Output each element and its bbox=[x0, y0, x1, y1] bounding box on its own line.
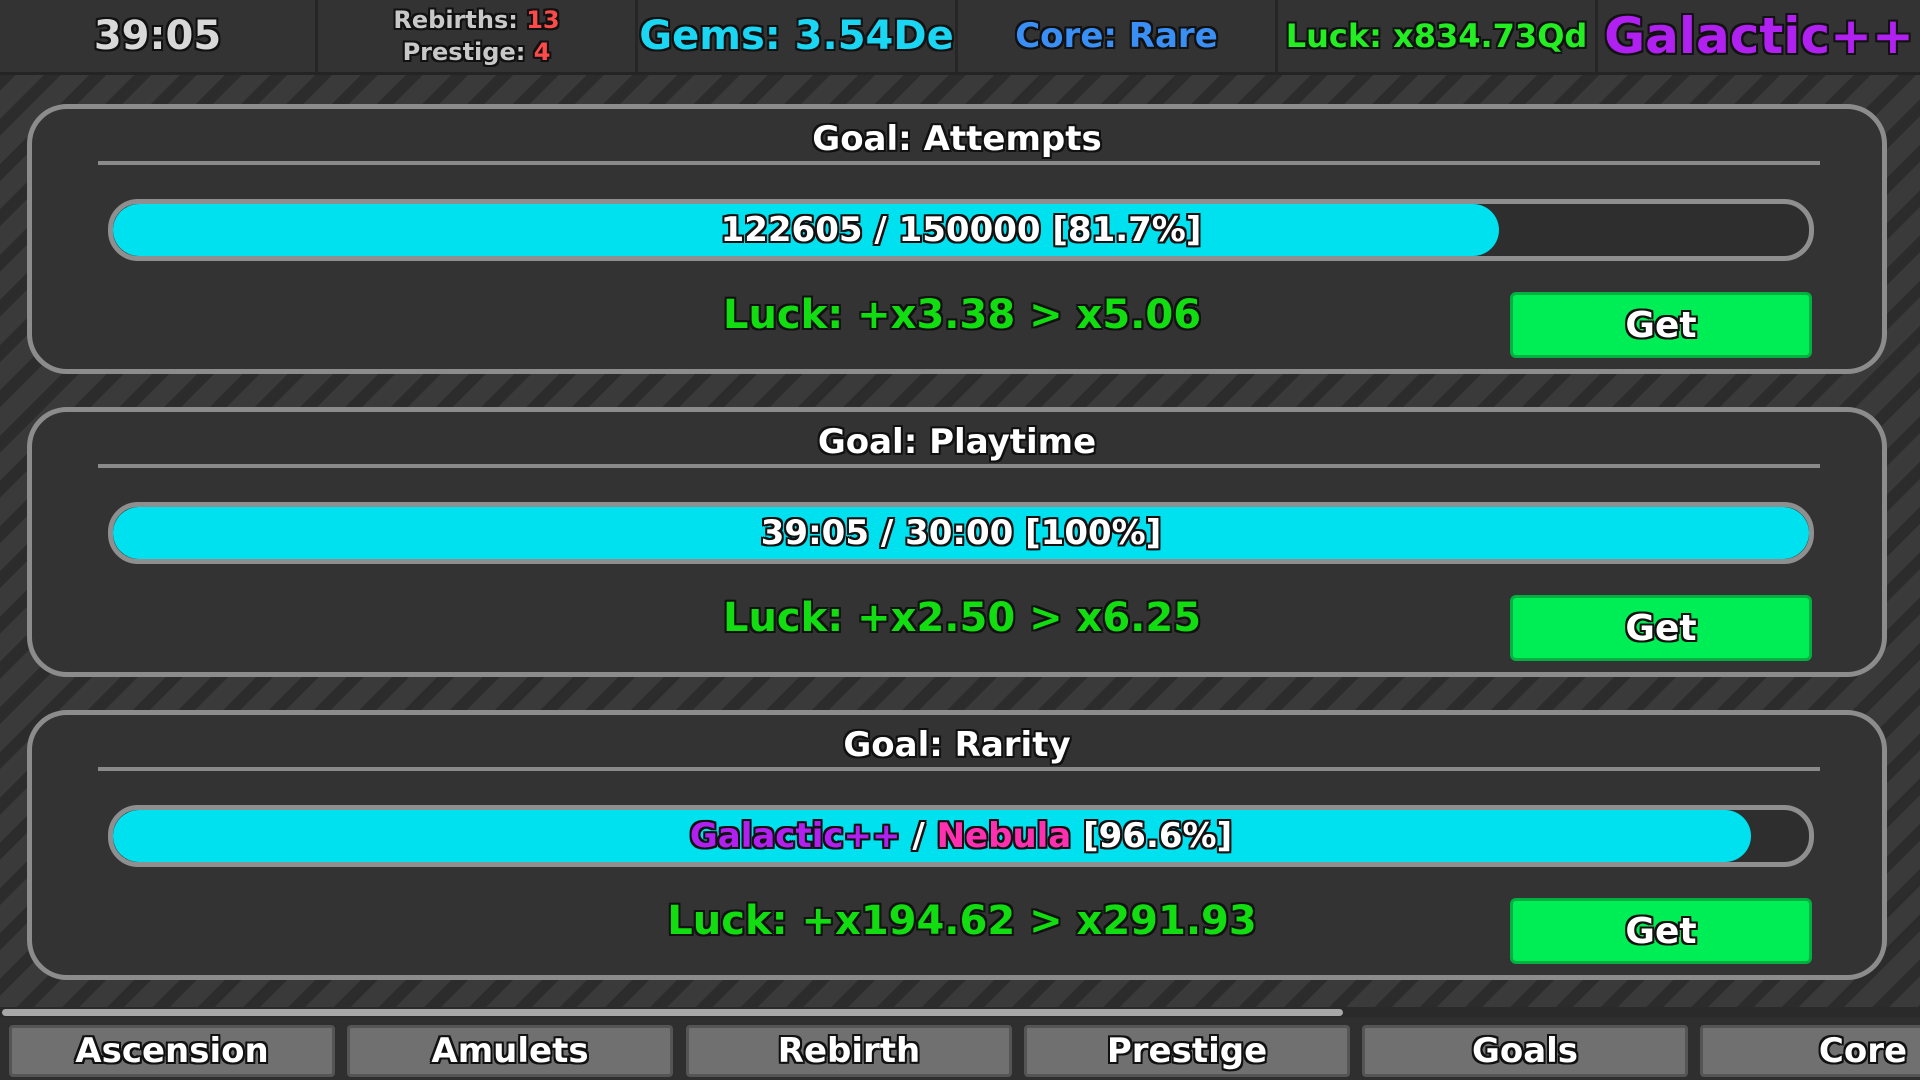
rebirth-prestige-counter: Rebirths: 13 Prestige: 4 bbox=[318, 0, 638, 72]
top-stats-bar: 39:05 Rebirths: 13 Prestige: 4 Gems: 3.5… bbox=[0, 0, 1920, 75]
core-value: Core: Rare bbox=[1015, 16, 1218, 56]
rebirths-value: 13 bbox=[526, 6, 560, 34]
divider bbox=[98, 161, 1820, 165]
goal-title: Goal: Attempts bbox=[812, 119, 1102, 159]
current-rarity-value: Galactic++ bbox=[1604, 7, 1914, 65]
progress-target-rarity: Nebula bbox=[936, 816, 1072, 856]
goal-progress-bar: Galactic++ / Nebula [96.6%] bbox=[108, 805, 1814, 867]
goal-progress-bar: 122605 / 150000 [81.7%] bbox=[108, 199, 1814, 261]
tab-amulets[interactable]: Amulets bbox=[347, 1025, 673, 1077]
tab-core[interactable]: Core bbox=[1700, 1025, 1920, 1077]
progress-label: 122605 / 150000 [81.7%] bbox=[113, 204, 1809, 256]
playtime-value: 39:05 bbox=[93, 13, 222, 59]
goal-title: Goal: Playtime bbox=[817, 422, 1097, 462]
rebirths-line: Rebirths: 13 bbox=[393, 4, 559, 36]
divider bbox=[98, 767, 1820, 771]
progress-label: 39:05 / 30:00 [100%] bbox=[113, 507, 1809, 559]
goal-panel-playtime: Goal: Playtime 39:05 / 30:00 [100%] Luck… bbox=[27, 407, 1887, 677]
tab-rebirth[interactable]: Rebirth bbox=[686, 1025, 1012, 1077]
prestige-line: Prestige: 4 bbox=[403, 36, 551, 68]
progress-separator: / bbox=[900, 816, 937, 856]
core-display: Core: Rare bbox=[958, 0, 1278, 72]
get-button-rarity[interactable]: Get bbox=[1510, 898, 1812, 964]
gems-value: Gems: 3.54De bbox=[639, 13, 954, 59]
current-rarity-display: Galactic++ bbox=[1598, 0, 1920, 72]
progress-value: 39:05 / 30:00 [100%] bbox=[760, 513, 1162, 553]
progress-current-rarity: Galactic++ bbox=[689, 816, 901, 856]
prestige-value: 4 bbox=[533, 38, 551, 66]
bottom-tab-bar: Ascension Amulets Rebirth Prestige Goals… bbox=[0, 1017, 1920, 1080]
goal-panel-attempts: Goal: Attempts 122605 / 150000 [81.7%] L… bbox=[27, 104, 1887, 374]
progress-value: 122605 / 150000 [81.7%] bbox=[720, 210, 1202, 250]
tab-ascension[interactable]: Ascension bbox=[9, 1025, 335, 1077]
goal-progress-bar: 39:05 / 30:00 [100%] bbox=[108, 502, 1814, 564]
divider bbox=[98, 464, 1820, 468]
goal-title: Goal: Rarity bbox=[843, 725, 1071, 765]
luck-value: Luck: x834.73Qd bbox=[1285, 17, 1588, 55]
get-button-attempts[interactable]: Get bbox=[1510, 292, 1812, 358]
progress-percent: [96.6%] bbox=[1071, 816, 1233, 856]
goal-panel-rarity: Goal: Rarity Galactic++ / Nebula [96.6%]… bbox=[27, 710, 1887, 980]
rebirths-label: Rebirths: bbox=[393, 6, 518, 34]
playtime-timer: 39:05 bbox=[0, 0, 318, 72]
tab-scrollbar-thumb[interactable] bbox=[2, 1009, 1343, 1016]
progress-label: Galactic++ / Nebula [96.6%] bbox=[113, 810, 1809, 862]
tab-goals[interactable]: Goals bbox=[1362, 1025, 1688, 1077]
luck-display: Luck: x834.73Qd bbox=[1278, 0, 1598, 72]
gems-display: Gems: 3.54De bbox=[638, 0, 958, 72]
get-button-playtime[interactable]: Get bbox=[1510, 595, 1812, 661]
prestige-label: Prestige: bbox=[402, 38, 526, 66]
tab-prestige[interactable]: Prestige bbox=[1024, 1025, 1350, 1077]
